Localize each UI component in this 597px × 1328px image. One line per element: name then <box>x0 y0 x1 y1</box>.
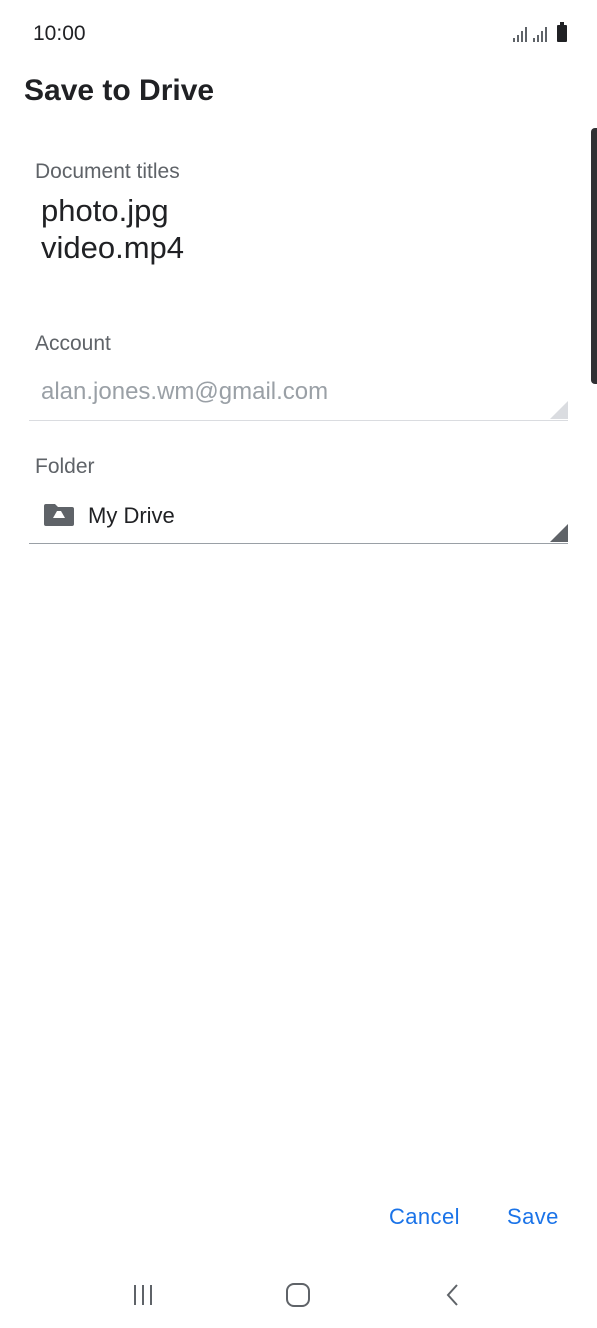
signal-icon <box>533 26 547 42</box>
status-time: 10:00 <box>33 22 86 45</box>
document-titles-field[interactable]: photo.jpg video.mp4 <box>41 192 184 266</box>
signal-icon <box>513 26 527 42</box>
save-button[interactable]: Save <box>507 1204 559 1230</box>
folder-select[interactable]: My Drive <box>29 482 568 544</box>
status-bar: 10:00 <box>0 0 597 70</box>
document-title-item: photo.jpg <box>41 193 169 228</box>
navigation-bar <box>0 1260 597 1328</box>
account-label: Account <box>35 332 111 355</box>
document-title-item: video.mp4 <box>41 230 185 265</box>
account-value: alan.jones.wm@gmail.com <box>41 378 329 405</box>
document-titles-label: Document titles <box>35 160 180 183</box>
cancel-button[interactable]: Cancel <box>389 1204 460 1230</box>
status-icons <box>513 22 567 42</box>
dropdown-corner-icon <box>550 524 568 542</box>
folder-label: Folder <box>35 455 95 478</box>
account-select[interactable]: alan.jones.wm@gmail.com <box>29 366 568 421</box>
scrollbar[interactable] <box>591 128 597 384</box>
recent-apps-button[interactable] <box>123 1278 163 1312</box>
battery-icon <box>557 22 567 42</box>
folder-value: My Drive <box>88 503 175 528</box>
back-button[interactable] <box>433 1278 473 1312</box>
drive-folder-icon <box>44 504 74 526</box>
recent-apps-icon <box>134 1285 152 1305</box>
dropdown-corner-icon <box>550 401 568 419</box>
home-button[interactable] <box>278 1278 318 1312</box>
page-title: Save to Drive <box>24 74 215 107</box>
home-icon <box>286 1283 310 1307</box>
back-icon <box>446 1284 458 1306</box>
